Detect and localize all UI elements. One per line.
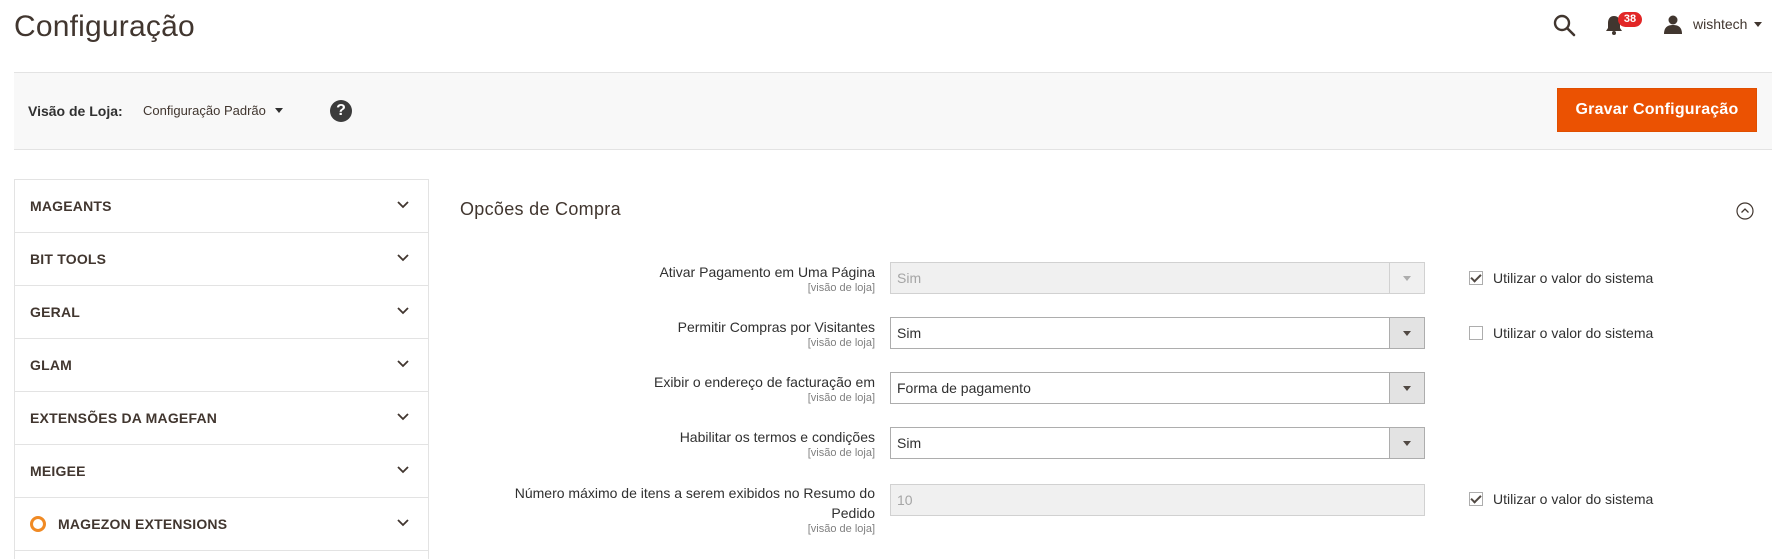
- chevron-down-icon: [1389, 263, 1424, 293]
- scope-note: [visão de loja]: [807, 337, 875, 349]
- field-label-wrap: Número máximo de itens a serem exibidos …: [460, 483, 875, 535]
- chevron-down-icon: [1754, 21, 1763, 27]
- sidebar-item-magefan[interactable]: EXTENSÕES DA MAGEFAN: [15, 392, 428, 445]
- input-value: 10: [897, 492, 913, 508]
- page-title: Configuração: [14, 10, 195, 43]
- use-system-value-checkbox[interactable]: Utilizar o valor do sistema: [1469, 270, 1653, 286]
- sidebar-item-label: GERAL: [30, 304, 80, 320]
- notification-count-badge[interactable]: 38: [1618, 12, 1642, 27]
- chevron-down-icon: [397, 413, 409, 421]
- sidebar-item-geral[interactable]: GERAL: [15, 286, 428, 339]
- sidebar-item-label: GLAM: [30, 357, 73, 373]
- one-page-checkout-select: Sim: [890, 262, 1425, 294]
- search-icon[interactable]: [1552, 13, 1576, 37]
- checkbox-checked[interactable]: [1469, 492, 1483, 506]
- user-menu[interactable]: wishtech: [1663, 12, 1763, 36]
- scope-note: [visão de loja]: [807, 282, 875, 294]
- sidebar-item-label: MAGEZON EXTENSIONS: [58, 516, 228, 532]
- sidebar-item-glam[interactable]: GLAM: [15, 339, 428, 392]
- field-label-wrap: Exibir o endereço de facturação em [visã…: [460, 372, 875, 404]
- chevron-down-icon: [397, 254, 409, 262]
- field-label: Permitir Compras por Visitantes: [677, 319, 875, 335]
- select-value: Sim: [897, 435, 922, 451]
- config-sidebar: MAGEANTS BIT TOOLS GERAL GLAM EXTENSÕES …: [14, 179, 429, 559]
- save-config-button[interactable]: Gravar Configuração: [1557, 88, 1757, 132]
- field-label-wrap: Permitir Compras por Visitantes [visão d…: [460, 317, 875, 349]
- chevron-down-icon: [397, 360, 409, 368]
- billing-address-select[interactable]: Forma de pagamento: [890, 372, 1425, 404]
- collapse-icon[interactable]: [1736, 202, 1754, 220]
- store-view-switcher[interactable]: Configuração Padrão: [143, 103, 283, 118]
- field-label-wrap: Habilitar os termos e condições [visão d…: [460, 427, 875, 459]
- chevron-down-icon: [1389, 318, 1424, 348]
- chevron-down-icon: [1389, 428, 1424, 458]
- username: wishtech: [1693, 16, 1748, 32]
- field-label: Ativar Pagamento em Uma Página: [659, 264, 875, 280]
- chevron-down-icon: [274, 108, 283, 113]
- use-system-value-checkbox[interactable]: Utilizar o valor do sistema: [1469, 491, 1653, 507]
- select-value: Sim: [897, 270, 922, 286]
- sidebar-item-meigee[interactable]: MEIGEE: [15, 445, 428, 498]
- field-label: Habilitar os termos e condições: [679, 429, 875, 445]
- use-system-value-label: Utilizar o valor do sistema: [1493, 491, 1654, 507]
- sidebar-item-bit-tools[interactable]: BIT TOOLS: [15, 233, 428, 286]
- checkbox-checked[interactable]: [1469, 271, 1483, 285]
- select-value: Forma de pagamento: [897, 380, 1031, 396]
- chevron-down-icon: [397, 519, 409, 527]
- store-view-label: Visão de Loja:: [28, 103, 123, 119]
- use-system-value-label: Utilizar o valor do sistema: [1493, 325, 1654, 341]
- sidebar-item-label: EXTENSÕES DA MAGEFAN: [30, 410, 218, 426]
- chevron-down-icon: [397, 466, 409, 474]
- chevron-down-icon: [397, 307, 409, 315]
- field-label-line2: Pedido: [831, 505, 875, 521]
- field-label-line1: Número máximo de itens a serem exibidos …: [514, 485, 875, 501]
- sidebar-item-label: BIT TOOLS: [30, 251, 107, 267]
- user-icon: [1664, 15, 1682, 34]
- terms-conditions-select[interactable]: Sim: [890, 427, 1425, 459]
- store-view-value: Configuração Padrão: [143, 103, 266, 118]
- guest-checkout-select[interactable]: Sim: [890, 317, 1425, 349]
- section-title[interactable]: Opcões de Compra: [460, 199, 621, 220]
- sidebar-item-label: MEIGEE: [30, 463, 86, 479]
- select-value: Sim: [897, 325, 922, 341]
- scope-note: [visão de loja]: [807, 447, 875, 459]
- scope-note: [visão de loja]: [807, 523, 875, 535]
- chevron-down-icon: [397, 201, 409, 209]
- scope-note: [visão de loja]: [807, 392, 875, 404]
- max-items-input: 10: [890, 484, 1425, 516]
- magezon-logo-icon: [30, 516, 46, 532]
- checkbox-unchecked[interactable]: [1469, 326, 1483, 340]
- use-system-value-checkbox[interactable]: Utilizar o valor do sistema: [1469, 325, 1653, 341]
- sidebar-item-label: MAGEANTS: [30, 198, 112, 214]
- field-label: Exibir o endereço de facturação em: [653, 374, 875, 390]
- sidebar-item-magezon[interactable]: MAGEZON EXTENSIONS: [15, 498, 428, 551]
- store-scope-bar: Visão de Loja: Configuração Padrão ? Gra…: [14, 72, 1772, 150]
- help-icon[interactable]: ?: [330, 100, 352, 122]
- use-system-value-label: Utilizar o valor do sistema: [1493, 270, 1654, 286]
- sidebar-item-mageants[interactable]: MAGEANTS: [15, 180, 428, 233]
- chevron-down-icon: [1389, 373, 1424, 403]
- field-label-wrap: Ativar Pagamento em Uma Página [visão de…: [460, 262, 875, 294]
